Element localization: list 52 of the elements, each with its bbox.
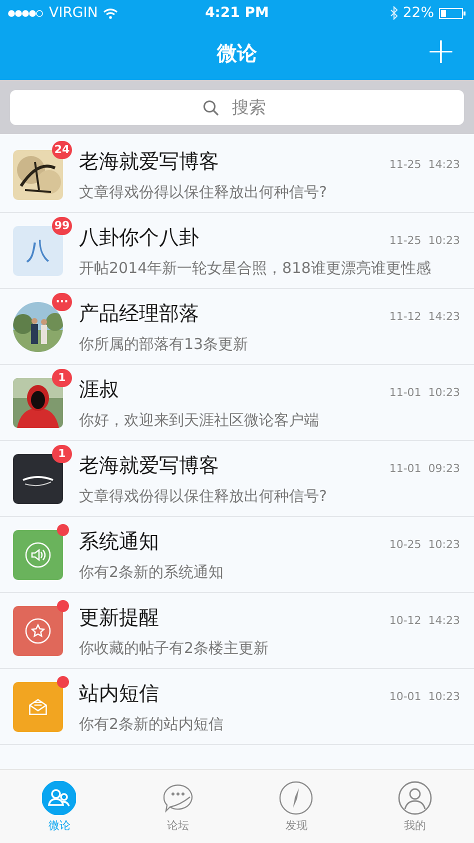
message-preview: 文章得戏份得以保住释放出何种信号? — [79, 182, 328, 202]
message-time: 10-12 14:23 — [389, 614, 460, 626]
message-preview: 开帖2014年新一轮女星合照，818谁更漂亮谁更性感 — [79, 258, 432, 278]
message-preview: 你有2条新的系统通知 — [79, 562, 225, 582]
message-time: 11-01 09:23 — [389, 462, 460, 474]
unread-dot — [57, 600, 69, 612]
message-time: 10-25 10:23 — [389, 538, 460, 550]
screen-title: 微论 — [217, 40, 257, 66]
conversation-row[interactable]: 1 老海就爱写博客 11-01 09:23 文章得戏份得以保住释放出何种信号? — [0, 441, 474, 517]
conversation-name: 涯叔 — [79, 376, 120, 402]
person-icon — [398, 780, 432, 814]
bluetooth-icon — [390, 6, 398, 20]
conversation-row[interactable]: 系统通知 10-25 10:23 你有2条新的系统通知 — [0, 517, 474, 593]
message-time: 11-25 14:23 — [389, 158, 460, 170]
conversation-row[interactable]: 1 涯叔 11-01 10:23 你好，欢迎来到天涯社区微论客户端 — [0, 365, 474, 441]
conversation-name: 产品经理部落 — [79, 300, 200, 326]
search-icon — [203, 100, 219, 116]
message-preview: 你有2条新的站内短信 — [79, 714, 225, 734]
message-time: 11-01 10:23 — [389, 386, 460, 398]
conversation-name: 站内短信 — [79, 680, 160, 706]
unread-dot — [57, 524, 69, 536]
people-icon — [42, 780, 76, 814]
battery-percent: 22% — [402, 5, 434, 21]
message-time: 11-12 14:23 — [389, 310, 460, 322]
compass-icon — [279, 780, 314, 814]
speaker-icon — [25, 542, 51, 568]
unread-dot — [57, 676, 69, 688]
conversation-name: 系统通知 — [79, 528, 160, 554]
conversation-name: 老海就爱写博客 — [79, 452, 220, 478]
unread-badge: ··· — [52, 292, 72, 310]
wifi-icon — [102, 8, 118, 18]
conversation-row[interactable]: ··· 产品经理部落 11-12 14:23 你所属的部落有13条更新 — [0, 289, 474, 365]
clock-time: 4:21 PM — [205, 5, 269, 21]
message-preview: 你收藏的帖子有2条楼主更新 — [79, 638, 270, 658]
unread-badge: 24 — [52, 140, 72, 158]
conversation-row[interactable]: 24 老海就爱写博客 11-25 14:23 文章得戏份得以保住释放出何种信号? — [0, 137, 474, 213]
search-field[interactable]: 搜索 — [10, 90, 464, 125]
conversation-name: 老海就爱写博客 — [79, 148, 220, 174]
signal-icon — [8, 10, 44, 16]
message-preview: 你所属的部落有13条更新 — [79, 334, 250, 354]
message-preview: 你好，欢迎来到天涯社区微论客户端 — [79, 410, 320, 430]
message-time: 11-25 10:23 — [389, 234, 460, 246]
message-time: 10-01 10:23 — [389, 690, 460, 702]
conversation-name: 八卦你个八卦 — [79, 224, 200, 250]
unread-badge: 1 — [52, 444, 72, 462]
carrier-name: VIRGIN — [49, 5, 98, 21]
conversation-name: 更新提醒 — [79, 604, 160, 630]
unread-badge: 1 — [52, 368, 72, 386]
battery-icon — [439, 8, 466, 18]
message-preview: 文章得戏份得以保住释放出何种信号? — [79, 486, 328, 506]
conversation-row[interactable]: 更新提醒 10-12 14:23 你收藏的帖子有2条楼主更新 — [0, 593, 474, 669]
conversation-row[interactable]: 站内短信 10-01 10:23 你有2条新的站内短信 — [0, 669, 474, 745]
